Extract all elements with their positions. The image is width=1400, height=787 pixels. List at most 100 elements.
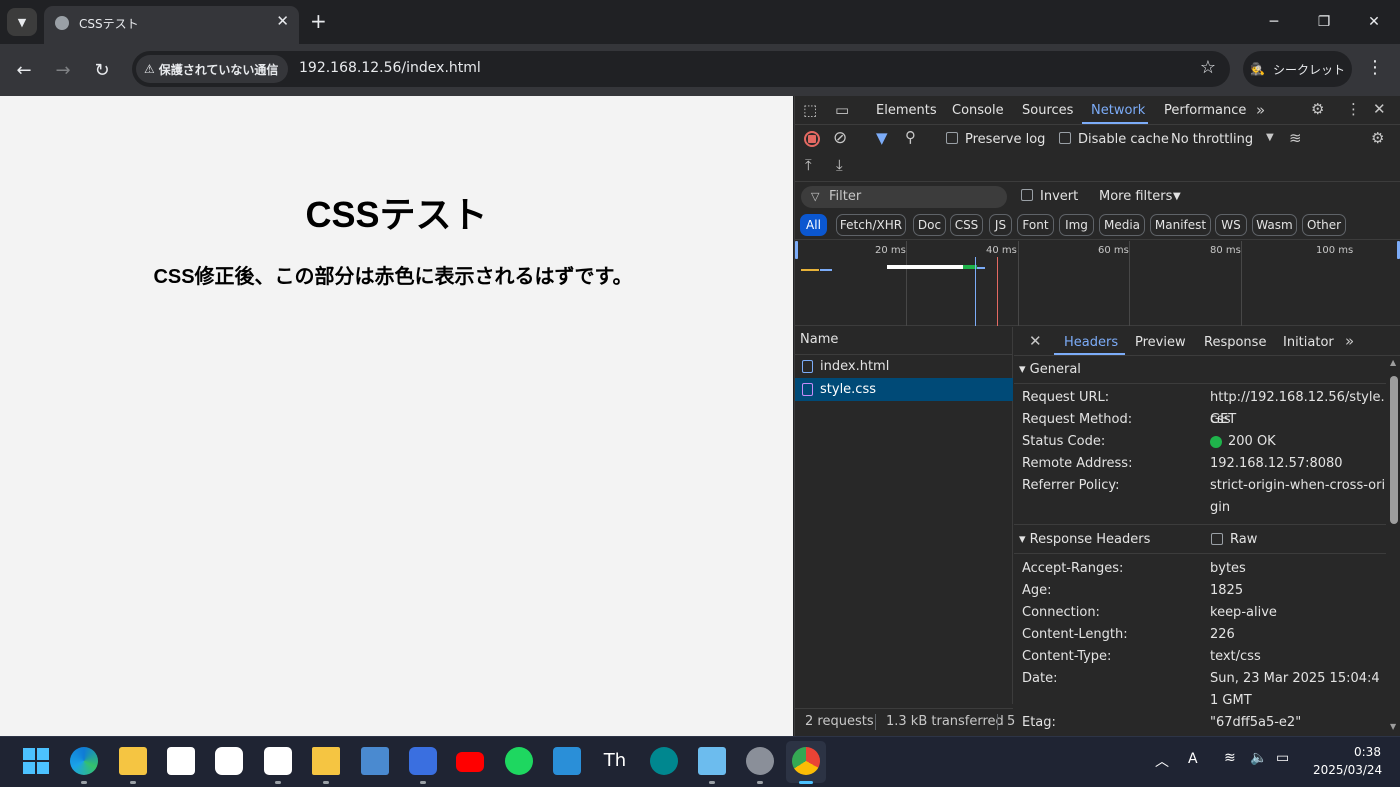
wifi-icon[interactable]: ≋ — [1224, 750, 1236, 766]
filter-input[interactable]: ▽ Filter — [801, 186, 1007, 208]
back-arrow-icon[interactable]: ← — [11, 57, 37, 83]
type-filter-all[interactable]: All — [800, 214, 827, 236]
network-timeline-overview[interactable]: 20 ms 40 ms 60 ms 80 ms 100 ms — [795, 241, 1400, 326]
scroll-down-icon[interactable]: ▼ — [1390, 722, 1396, 731]
incognito-chip[interactable]: 🕵 シークレット — [1243, 51, 1352, 87]
app-icon[interactable] — [409, 747, 437, 775]
tab-sources[interactable]: Sources — [1022, 103, 1073, 118]
record-icon[interactable] — [804, 131, 820, 147]
file-explorer-icon[interactable] — [119, 747, 147, 775]
windows-start-icon[interactable] — [22, 747, 50, 775]
tab-headers[interactable]: Headers — [1064, 335, 1118, 350]
search-icon[interactable]: ⚲ — [905, 128, 916, 146]
terminal-app-icon[interactable] — [312, 747, 340, 775]
type-filter-fetch-xhr[interactable]: Fetch/XHR — [836, 214, 906, 236]
header-value: bytes — [1210, 561, 1246, 576]
forward-arrow-icon[interactable]: → — [50, 57, 76, 83]
type-filter-wasm[interactable]: Wasm — [1252, 214, 1297, 236]
device-toolbar-icon[interactable]: ▭ — [835, 101, 849, 119]
invert-checkbox[interactable] — [1021, 189, 1033, 204]
timeline-left-handle[interactable] — [795, 241, 798, 259]
invert-label: Invert — [1040, 189, 1079, 204]
preserve-log-checkbox[interactable] — [946, 132, 958, 147]
network-settings-gear-icon[interactable]: ⚙ — [1371, 129, 1384, 147]
microsoft-store-icon[interactable] — [167, 747, 195, 775]
header-key: Status Code: — [1022, 434, 1106, 449]
more-filters-dropdown[interactable]: More filters — [1099, 189, 1172, 204]
type-filter-other[interactable]: Other — [1302, 214, 1346, 236]
close-window-button[interactable]: ✕ — [1354, 8, 1394, 36]
type-filter-doc[interactable]: Doc — [913, 214, 946, 236]
notepad-icon[interactable] — [698, 747, 726, 775]
close-detail-icon[interactable]: ✕ — [1029, 332, 1042, 350]
type-filter-ws[interactable]: WS — [1215, 214, 1247, 236]
arduino-icon[interactable] — [650, 747, 678, 775]
more-detail-tabs-icon[interactable]: » — [1345, 332, 1354, 350]
throttling-select[interactable]: No throttling — [1171, 132, 1253, 147]
settings-gear-icon[interactable]: ⚙ — [1311, 100, 1324, 118]
scroll-thumb[interactable] — [1390, 376, 1398, 524]
filter-funnel-icon[interactable]: ▼ — [876, 129, 888, 147]
inspect-element-icon[interactable]: ⬚ — [803, 101, 817, 119]
raw-checkbox[interactable] — [1211, 533, 1223, 548]
ime-icon[interactable]: A — [1188, 751, 1198, 767]
close-devtools-icon[interactable]: ✕ — [1373, 100, 1386, 118]
edge-icon[interactable] — [70, 747, 98, 775]
minimize-button[interactable]: ─ — [1254, 8, 1294, 36]
disable-cache-checkbox[interactable] — [1059, 132, 1071, 147]
tab-active[interactable]: CSSテスト ✕ — [44, 6, 299, 44]
app-icon[interactable] — [215, 747, 243, 775]
volume-icon[interactable]: 🔈 — [1250, 750, 1267, 766]
type-filter-js[interactable]: JS — [989, 214, 1012, 236]
type-filter-media[interactable]: Media — [1099, 214, 1145, 236]
battery-icon[interactable]: ▭ — [1276, 750, 1289, 766]
general-section-toggle[interactable]: ▾ General — [1019, 362, 1081, 377]
tab-console[interactable]: Console — [952, 103, 1004, 118]
name-column-header[interactable]: Name — [795, 327, 1013, 355]
star-icon[interactable]: ☆ — [1200, 57, 1216, 78]
request-row[interactable]: index.html — [795, 355, 1013, 378]
load-event-marker — [997, 257, 998, 326]
more-menu-icon[interactable]: ⋮ — [1366, 57, 1384, 78]
import-har-icon[interactable]: ⤒ — [805, 156, 812, 174]
youtube-icon[interactable] — [456, 752, 484, 772]
export-har-icon[interactable]: ⤓ — [836, 156, 843, 174]
clear-icon[interactable]: ⊘ — [833, 128, 847, 148]
tab-search-button[interactable]: ▼ — [7, 8, 37, 36]
tab-initiator[interactable]: Initiator — [1283, 335, 1334, 350]
reload-icon[interactable]: ↻ — [89, 57, 115, 83]
close-tab-icon[interactable]: ✕ — [276, 12, 289, 30]
url-text[interactable]: 192.168.12.56/index.html — [299, 60, 481, 76]
network-toolbar: ⊘ ▼ ⚲ Preserve log Disable cache No thro… — [795, 126, 1400, 182]
vscode-icon[interactable] — [553, 747, 581, 775]
clock-date[interactable]: 2025/03/24 — [1313, 763, 1382, 777]
notion-icon[interactable] — [264, 747, 292, 775]
new-tab-button[interactable]: + — [310, 10, 327, 32]
request-row[interactable]: style.css — [795, 378, 1013, 401]
type-filter-css[interactable]: CSS — [950, 214, 983, 236]
tab-network[interactable]: Network — [1091, 103, 1145, 118]
more-tabs-icon[interactable]: » — [1256, 101, 1265, 119]
type-filter-font[interactable]: Font — [1017, 214, 1054, 236]
spotify-icon[interactable] — [505, 747, 533, 775]
tab-performance[interactable]: Performance — [1164, 103, 1246, 118]
tab-response[interactable]: Response — [1204, 335, 1266, 350]
type-filter-img[interactable]: Img — [1059, 214, 1094, 236]
settings-gear-icon[interactable] — [746, 747, 774, 775]
security-chip[interactable]: ⚠ 保護されていない通信 — [136, 55, 289, 83]
chevron-up-icon[interactable]: ︿ — [1155, 751, 1169, 771]
remote-desktop-icon[interactable] — [361, 747, 389, 775]
devtools-menu-icon[interactable]: ⋮ — [1346, 100, 1361, 118]
typora-icon[interactable]: Th — [601, 747, 629, 775]
clock-time[interactable]: 0:38 — [1354, 745, 1381, 759]
network-conditions-icon[interactable]: ≋ — [1289, 129, 1302, 147]
tab-elements[interactable]: Elements — [876, 103, 937, 118]
type-filter-manifest[interactable]: Manifest — [1150, 214, 1211, 236]
chrome-icon[interactable] — [792, 747, 820, 775]
tab-preview[interactable]: Preview — [1135, 335, 1186, 350]
restore-button[interactable]: ❐ — [1304, 8, 1344, 36]
detail-scrollbar[interactable]: ▲ ▼ — [1387, 356, 1400, 736]
address-bar[interactable]: ⚠ 保護されていない通信 192.168.12.56/index.html ☆ — [132, 51, 1230, 87]
scroll-up-icon[interactable]: ▲ — [1390, 358, 1396, 367]
response-headers-toggle[interactable]: ▾ Response Headers — [1019, 532, 1150, 547]
